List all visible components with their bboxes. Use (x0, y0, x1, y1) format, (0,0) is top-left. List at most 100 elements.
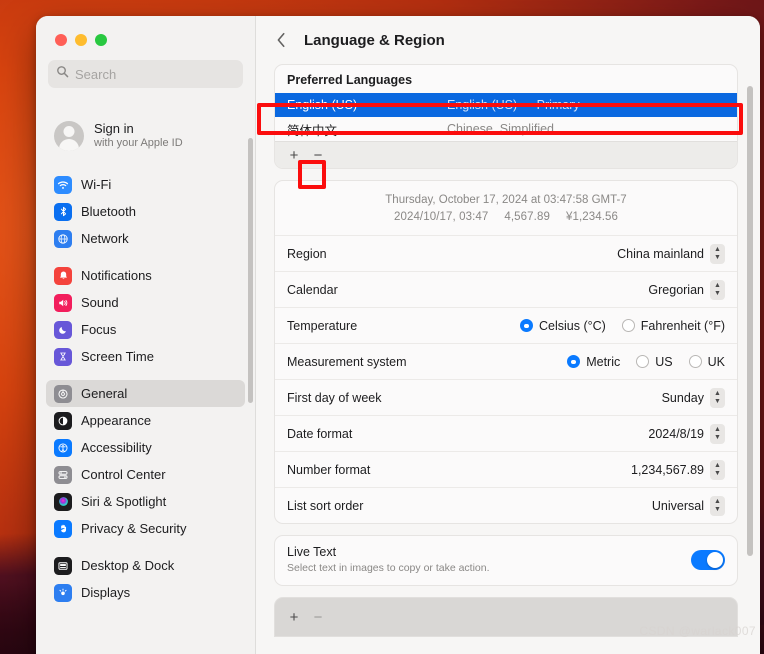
sidebar-item-appearance[interactable]: Appearance (46, 407, 245, 434)
maximize-button[interactable] (95, 34, 107, 46)
sidebar-item-bluetooth[interactable]: Bluetooth (46, 198, 245, 225)
sidebar-item-accessibility[interactable]: Accessibility (46, 434, 245, 461)
sidebar-item-control-center[interactable]: Control Center (46, 461, 245, 488)
radio-uk[interactable]: UK (688, 354, 725, 369)
radio-celsius[interactable]: Celsius (°C) (519, 319, 606, 333)
search-field[interactable] (48, 60, 243, 88)
first-day-stepper[interactable]: ▲ ▼ (710, 387, 725, 408)
live-text-subtitle: Select text in images to copy or take ac… (287, 562, 490, 575)
sidebar-item-label: Desktop & Dock (81, 558, 175, 573)
sidebar-scrollbar[interactable] (248, 138, 253, 403)
date-format-stepper[interactable]: ▲ ▼ (710, 423, 725, 444)
hand-icon (54, 519, 72, 538)
setting-row-region[interactable]: Region China mainland ▲ ▼ (275, 235, 737, 271)
add-language-button[interactable]: + (283, 145, 305, 166)
setting-label: First day of week (287, 390, 382, 405)
search-input[interactable] (75, 66, 235, 82)
main-titlebar: Language & Region (256, 16, 760, 64)
sidebar-item-label: Sound (81, 295, 119, 310)
add-button[interactable]: + (283, 607, 305, 628)
sidebar-item-label: General (81, 386, 128, 401)
window-controls (46, 16, 245, 58)
sidebar-item-desktop-dock[interactable]: Desktop & Dock (46, 552, 245, 579)
setting-label: Calendar (287, 282, 338, 297)
sidebar-scroll-area[interactable]: Sign in with your Apple ID Wi-Fi Bluetoo… (36, 114, 255, 654)
gear-icon (54, 384, 72, 403)
hourglass-icon (54, 347, 72, 366)
setting-value: 2024/8/19 (648, 426, 704, 441)
sidebar-item-focus[interactable]: Focus (46, 316, 245, 343)
preferred-languages-card: Preferred Languages English (US) English… (274, 64, 738, 169)
language-row-chinese-simplified[interactable]: 简体中文 Chinese, Simplified (275, 117, 737, 141)
list-sort-stepper[interactable]: ▲ ▼ (710, 495, 725, 516)
avatar (54, 121, 84, 151)
sidebar-item-notifications[interactable]: Notifications (46, 262, 245, 289)
sidebar-item-label: Privacy & Security (81, 521, 187, 536)
setting-row-number-format[interactable]: Number format 1,234,567.89 ▲ ▼ (275, 451, 737, 487)
setting-value: Gregorian (648, 282, 704, 297)
account-subtitle: with your Apple ID (94, 137, 183, 150)
setting-label: List sort order (287, 498, 364, 513)
sidebar-item-displays[interactable]: Displays (46, 579, 245, 606)
search-icon (56, 65, 69, 83)
radio-label: Fahrenheit (°F) (640, 318, 725, 333)
region-stepper[interactable]: ▲ ▼ (710, 243, 725, 264)
account-title: Sign in (94, 121, 134, 136)
back-button[interactable] (272, 31, 290, 49)
setting-row-first-day-of-week[interactable]: First day of week Sunday ▲ ▼ (275, 379, 737, 415)
sidebar-item-label: Wi-Fi (81, 177, 112, 192)
sidebar-item-label: Network (81, 231, 129, 246)
setting-row-list-sort-order[interactable]: List sort order Universal ▲ ▼ (275, 487, 737, 523)
wifi-icon (54, 175, 72, 194)
sidebar-item-label: Siri & Spotlight (81, 494, 167, 509)
setting-value: 1,234,567.89 (631, 462, 704, 477)
remove-language-button[interactable]: − (307, 145, 329, 166)
system-settings-window: Sign in with your Apple ID Wi-Fi Bluetoo… (36, 16, 760, 654)
globe-icon (54, 229, 72, 248)
setting-value: China mainland (617, 246, 704, 261)
radio-indicator (688, 355, 702, 369)
setting-row-date-format[interactable]: Date format 2024/8/19 ▲ ▼ (275, 415, 737, 451)
radio-indicator (519, 319, 533, 333)
sidebar-item-label: Appearance (81, 413, 152, 428)
sidebar-item-privacy-security[interactable]: Privacy & Security (46, 515, 245, 542)
minimize-button[interactable] (75, 34, 87, 46)
sidebar-item-sound[interactable]: Sound (46, 289, 245, 316)
preview-currency: ¥1,234.56 (565, 210, 619, 223)
main-scrollbar[interactable] (747, 86, 753, 556)
setting-label: Number format (287, 462, 371, 477)
sidebar-item-label: Notifications (81, 268, 152, 283)
live-text-toggle[interactable] (691, 549, 725, 570)
language-description: English (US) — Primary (447, 98, 580, 112)
siri-icon (54, 492, 72, 511)
sidebar: Sign in with your Apple ID Wi-Fi Bluetoo… (36, 16, 256, 654)
setting-label: Region (287, 246, 327, 261)
sidebar-item-general[interactable]: General (46, 380, 245, 407)
setting-row-calendar[interactable]: Calendar Gregorian ▲ ▼ (275, 271, 737, 307)
sidebar-item-wi-fi[interactable]: Wi-Fi (46, 171, 245, 198)
radio-fahrenheit[interactable]: Fahrenheit (°F) (621, 318, 725, 333)
radio-us[interactable]: US (636, 355, 673, 369)
sidebar-item-screen-time[interactable]: Screen Time (46, 343, 245, 370)
sidebar-item-siri-spotlight[interactable]: Siri & Spotlight (46, 488, 245, 515)
sidebar-item-sign-in[interactable]: Sign in with your Apple ID (46, 114, 245, 161)
sidebar-item-label: Bluetooth (81, 204, 136, 219)
live-text-title: Live Text (287, 545, 337, 560)
preview-date-short: 2024/10/17, 03:47 (393, 210, 489, 223)
radio-label: UK (707, 354, 725, 369)
radio-metric[interactable]: Metric (567, 355, 620, 369)
language-row-english-us[interactable]: English (US) English (US) — Primary (275, 93, 737, 117)
live-text-row: Live Text Select text in images to copy … (275, 536, 737, 585)
remove-button[interactable]: − (307, 607, 329, 628)
settings-scroll-area[interactable]: Preferred Languages English (US) English… (256, 64, 760, 654)
setting-row-temperature: Temperature Celsius (°C) Fahrenheit (°F) (275, 307, 737, 343)
setting-label: Temperature (287, 318, 358, 333)
close-button[interactable] (55, 34, 67, 46)
sidebar-item-network[interactable]: Network (46, 225, 245, 252)
displays-icon (54, 583, 72, 602)
calendar-stepper[interactable]: ▲ ▼ (710, 279, 725, 300)
preview-number: 4,567.89 (504, 210, 550, 223)
language-list-toolbar: + − (275, 141, 737, 168)
radio-indicator (621, 319, 635, 333)
number-format-stepper[interactable]: ▲ ▼ (710, 459, 725, 480)
